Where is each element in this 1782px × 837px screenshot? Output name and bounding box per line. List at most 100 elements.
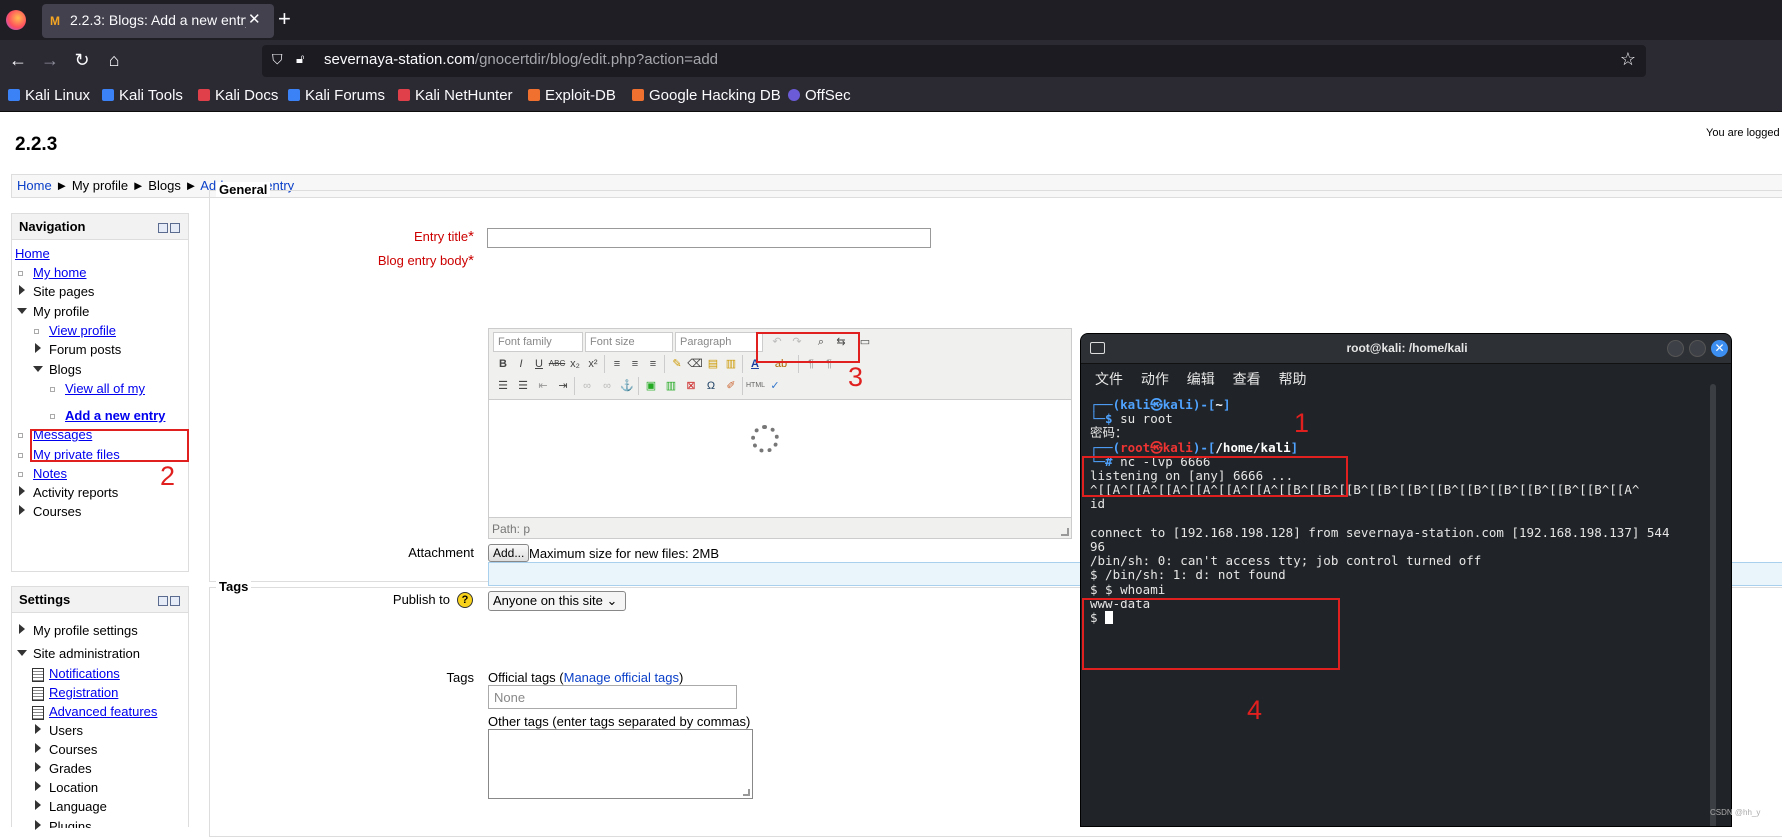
bookmark-kali-linux[interactable]: Kali Linux [8,87,90,104]
bullet-list-icon[interactable]: ☰ [494,377,512,395]
settings-location[interactable]: Location [49,780,98,795]
settings-site-admin[interactable]: Site administration [33,646,140,661]
bookmark-kali-docs[interactable]: Kali Docs [198,87,278,104]
outdent-icon[interactable]: ⇤ [534,377,552,395]
settings-language[interactable]: Language [49,799,107,814]
firefox-logo-icon[interactable] [6,10,26,30]
add-file-button[interactable]: Add... [488,544,530,562]
nav-activity-reports[interactable]: Activity reports [33,485,118,500]
maximize-icon[interactable] [1689,340,1706,357]
tab-active[interactable]: M 2.2.3: Blogs: Add a new entry ✕ [42,4,274,38]
resize-grip-icon[interactable] [1061,528,1069,536]
link-icon[interactable]: ∞ [578,377,596,395]
nav-home[interactable]: Home [15,246,50,261]
entry-title-input[interactable] [487,228,931,248]
superscript-icon[interactable]: x² [584,355,602,373]
collapse-arrow-icon[interactable] [17,650,27,656]
expand-arrow-icon[interactable] [35,724,41,734]
emoticon-icon[interactable]: ✐ [722,377,740,395]
publish-select[interactable]: Anyone on this site ⌄ [488,591,626,611]
settings-notifications[interactable]: Notifications [49,666,120,681]
cleanup-icon[interactable]: ✎ [668,355,686,373]
breadcrumb-blogs[interactable]: Blogs [148,178,181,193]
expand-arrow-icon[interactable] [19,486,25,496]
settings-grades[interactable]: Grades [49,761,92,776]
breadcrumb-my-profile[interactable]: My profile [72,178,128,193]
reload-icon[interactable]: ↻ [70,48,94,72]
nav-site-pages[interactable]: Site pages [33,284,94,299]
terminal-titlebar[interactable]: root@kali: /home/kali ✕ [1081,334,1731,364]
nav-my-home[interactable]: My home [33,265,86,280]
block-controls[interactable] [156,594,180,606]
unlink-icon[interactable]: ∞ [598,377,616,395]
font-family-select[interactable]: Font family [493,332,583,352]
settings-advanced-features[interactable]: Advanced features [49,704,157,719]
collapse-arrow-icon[interactable] [17,308,27,314]
bold-icon[interactable]: B [494,355,512,373]
settings-users[interactable]: Users [49,723,83,738]
lock-icon[interactable]: 🔓︎ [296,51,304,67]
resize-grip-icon[interactable] [743,789,750,796]
html-source-icon[interactable]: HTML [746,377,765,395]
table-icon[interactable]: ⊠ [682,377,700,395]
nav-courses[interactable]: Courses [33,504,81,519]
other-tags-textarea[interactable] [488,729,753,799]
format-select[interactable]: Paragraph [675,332,763,352]
nav-my-profile[interactable]: My profile [33,304,89,319]
expand-arrow-icon[interactable] [35,743,41,753]
block-controls[interactable] [156,221,180,233]
bookmark-kali-forums[interactable]: Kali Forums [288,87,385,104]
terminal-menu-edit[interactable]: 编辑 [1187,371,1215,387]
expand-arrow-icon[interactable] [19,285,25,295]
bookmark-google-hacking-db[interactable]: Google Hacking DB [632,87,781,104]
italic-icon[interactable]: I [512,355,530,373]
spellcheck-icon[interactable]: ✓ [766,377,784,395]
special-char-icon[interactable]: Ω [702,377,720,395]
align-right-icon[interactable]: ≡ [644,355,662,373]
expand-arrow-icon[interactable] [35,781,41,791]
nav-blogs[interactable]: Blogs [49,362,82,377]
editor-content-area[interactable] [489,399,1071,518]
url-bar[interactable]: ⛉ 🔓︎ severnaya-station.com/gnocertdir/bl… [262,45,1646,77]
bookmark-star-icon[interactable]: ☆ [1620,49,1636,70]
bookmark-kali-nethunter[interactable]: Kali NetHunter [398,87,513,104]
terminal-menu-actions[interactable]: 动作 [1141,371,1169,387]
terminal-menu-file[interactable]: 文件 [1095,371,1123,387]
expand-arrow-icon[interactable] [19,505,25,515]
bookmark-offsec[interactable]: OffSec [788,87,851,104]
url-text[interactable]: severnaya-station.com/gnocertdir/blog/ed… [324,51,718,68]
terminal-window[interactable]: root@kali: /home/kali ✕ 文件 动作 编辑 查看 帮助 ┌… [1080,333,1732,827]
back-icon[interactable]: ← [6,48,30,72]
strikethrough-icon[interactable]: ABC [548,355,566,373]
home-icon[interactable]: ⌂ [102,48,126,72]
expand-arrow-icon[interactable] [35,762,41,772]
dock-icon[interactable] [170,596,180,606]
settings-courses[interactable]: Courses [49,742,97,757]
bookmark-exploit-db[interactable]: Exploit-DB [528,87,616,104]
close-icon[interactable]: ✕ [1711,340,1728,357]
terminal-menu-view[interactable]: 查看 [1233,371,1261,387]
breadcrumb-home[interactable]: Home [17,178,52,193]
collapse-icon[interactable] [158,596,168,606]
nav-forum-posts[interactable]: Forum posts [49,342,121,357]
nav-view-profile[interactable]: View profile [49,323,116,338]
subscript-icon[interactable]: x₂ [566,355,584,373]
paste-text-icon[interactable]: ▤ [704,355,722,373]
expand-arrow-icon[interactable] [35,800,41,810]
numbered-list-icon[interactable]: ☰ [514,377,532,395]
terminal-scrollbar[interactable] [1710,384,1716,826]
indent-icon[interactable]: ⇥ [554,377,572,395]
anchor-icon[interactable]: ⚓ [618,377,636,395]
dock-icon[interactable] [170,223,180,233]
image-icon[interactable]: ▣ [642,377,660,395]
official-tags-select[interactable]: None [488,685,737,709]
font-size-select[interactable]: Font size [585,332,673,352]
settings-my-profile[interactable]: My profile settings [33,623,138,638]
nav-view-all-entries[interactable]: View all of my entries [65,381,179,396]
terminal-menu-help[interactable]: 帮助 [1279,371,1307,387]
bookmark-kali-tools[interactable]: Kali Tools [102,87,183,104]
forward-icon[interactable]: → [38,48,62,72]
align-left-icon[interactable]: ≡ [608,355,626,373]
paste-word-icon[interactable]: ▥ [722,355,740,373]
expand-arrow-icon[interactable] [19,624,25,634]
